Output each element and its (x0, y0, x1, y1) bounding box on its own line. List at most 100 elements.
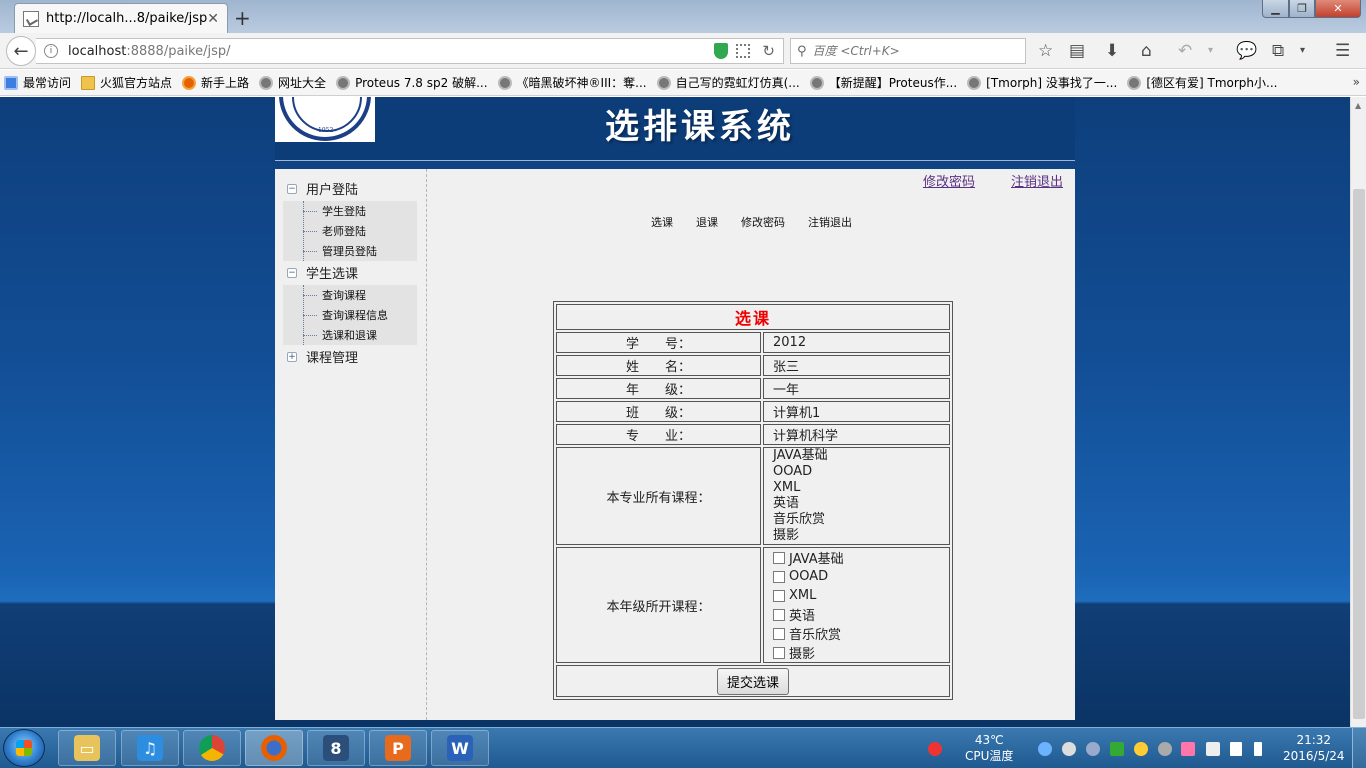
browser-tab[interactable]: http://localh...8/paike/jsp/ ✕ (14, 3, 228, 33)
menu-change-password[interactable]: 修改密码 (741, 214, 785, 230)
address-bar[interactable]: i localhost:8888/paike/jsp/ ↻ (36, 38, 784, 64)
minimize-window-button[interactable]: ▁ (1262, 0, 1289, 18)
sidebar-group-user-login[interactable]: − 用户登陆 (287, 179, 358, 198)
sidebar-item-select-drop[interactable]: 选课和退课 (283, 325, 417, 345)
bookmark-item[interactable]: 《暗黑破坏神®III：奪... (497, 74, 647, 91)
globe-icon (809, 75, 824, 90)
sidebar-group-course-management[interactable]: + 课程管理 (287, 347, 358, 366)
course-checkbox-row[interactable]: OOAD (773, 567, 949, 586)
taskbar-chat-app[interactable]: ♫ (121, 730, 179, 766)
course-checkbox-row[interactable]: 英语 (773, 605, 949, 624)
security-shield-icon[interactable] (714, 43, 729, 59)
tray-app-icon[interactable] (1062, 742, 1076, 756)
home-icon[interactable]: ⌂ (1141, 41, 1152, 61)
bookmarks-overflow-icon[interactable]: » (1353, 75, 1360, 89)
input-method-icon[interactable] (928, 742, 942, 756)
taskbar-chrome[interactable] (183, 730, 241, 766)
sidebar-item-query-courses[interactable]: 查询课程 (283, 285, 417, 305)
taskbar-powerpoint[interactable]: P (369, 730, 427, 766)
globe-icon (1127, 75, 1142, 90)
sidebar-group-student-courses[interactable]: − 学生选课 (287, 263, 358, 282)
screenshot-dropdown-icon[interactable]: ▾ (1300, 45, 1305, 56)
logout-link[interactable]: 注销退出 (1011, 171, 1063, 190)
tray-disc-icon[interactable] (1158, 742, 1172, 756)
course-checkbox[interactable] (773, 627, 785, 640)
security-shield-icon[interactable] (1110, 742, 1124, 756)
network-share-icon[interactable] (1038, 742, 1052, 756)
undo-icon[interactable]: ↶ (1178, 41, 1192, 61)
bookmark-item[interactable]: [德区有爱] Tmorph小... (1127, 74, 1277, 91)
expand-icon[interactable]: + (287, 351, 297, 362)
reload-icon[interactable]: ↻ (762, 42, 775, 60)
chat-bubble-icon[interactable]: 💬 (1236, 41, 1257, 61)
scrollbar-thumb[interactable] (1353, 189, 1365, 719)
course-checkbox[interactable] (773, 551, 785, 564)
bookmark-item[interactable]: 网址大全 (259, 74, 326, 91)
scroll-up-arrow-icon[interactable]: ▲ (1355, 101, 1361, 110)
search-bar[interactable]: ⚲ (790, 38, 1026, 64)
submit-selection-button[interactable]: 提交选课 (716, 667, 789, 695)
new-tab-icon[interactable]: + (234, 6, 251, 30)
taskbar-firefox[interactable] (245, 730, 303, 766)
course-checkbox-row[interactable]: 摄影 (773, 643, 949, 662)
sidebar-item-query-course-info[interactable]: 查询课程信息 (283, 305, 417, 325)
grade-courses-checklist: JAVA基础 OOAD XML 英语 音乐欣赏 摄影 (763, 547, 950, 663)
menu-select-course[interactable]: 选课 (651, 214, 673, 230)
change-password-link[interactable]: 修改密码 (923, 171, 975, 190)
bookmark-star-icon[interactable]: ☆ (1038, 41, 1053, 61)
major-value: 计算机科学 (763, 424, 950, 445)
course-checkbox-row[interactable]: XML (773, 586, 949, 605)
taskbar-ide[interactable]: 8 (307, 730, 365, 766)
reading-list-icon[interactable]: ▤ (1069, 41, 1085, 61)
bookmark-item[interactable]: 新手上路 (182, 74, 249, 91)
sidebar-item-admin-login[interactable]: 管理员登陆 (283, 241, 417, 261)
collapse-icon[interactable]: − (287, 183, 297, 194)
system-clock[interactable]: 21:32 2016/5/24 (1283, 732, 1345, 764)
taskbar-word[interactable]: W (431, 730, 489, 766)
form-title: 选课 (556, 304, 950, 330)
sidebar-item-teacher-login[interactable]: 老师登陆 (283, 221, 417, 241)
course-checkbox-row[interactable]: 音乐欣赏 (773, 624, 949, 643)
volume-icon[interactable] (1254, 742, 1262, 756)
cpu-temp-label: CPU温度 (965, 749, 1014, 763)
start-button[interactable] (3, 729, 45, 767)
signal-bars-icon[interactable] (1230, 742, 1242, 756)
maximize-window-button[interactable]: ❐ (1289, 0, 1315, 18)
menu-drop-course[interactable]: 退课 (696, 214, 718, 230)
bookmark-item[interactable]: 自己写的霓虹灯仿真(... (656, 74, 800, 91)
bookmarks-bar: 最常访问 火狐官方站点 新手上路 网址大全 Proteus 7.8 sp2 破解... 《… (0, 70, 1366, 96)
bookmark-item[interactable]: 最常访问 (4, 74, 71, 91)
course-item: 摄影 (773, 528, 800, 543)
page-scrollbar[interactable]: ▲ (1350, 97, 1366, 727)
close-tab-icon[interactable]: ✕ (207, 11, 219, 27)
menu-logout[interactable]: 注销退出 (808, 214, 852, 230)
qr-code-icon[interactable] (736, 44, 751, 58)
site-info-icon[interactable]: i (44, 44, 58, 58)
close-window-button[interactable]: ✕ (1315, 0, 1361, 18)
undo-dropdown-icon[interactable]: ▾ (1208, 45, 1213, 56)
course-checkbox[interactable] (773, 589, 785, 602)
bookmark-item[interactable]: 【新提醒】Proteus作... (809, 74, 957, 91)
submit-row: 提交选课 (556, 665, 950, 697)
bookmark-item[interactable]: Proteus 7.8 sp2 破解... (336, 74, 488, 91)
course-checkbox[interactable] (773, 608, 785, 621)
usb-device-icon[interactable] (1206, 742, 1220, 756)
screenshot-icon[interactable]: ⧉ (1272, 41, 1284, 61)
show-desktop-button[interactable] (1352, 728, 1366, 768)
menu-hamburger-icon[interactable]: ☰ (1335, 41, 1350, 61)
course-checkbox-row[interactable]: JAVA基础 (773, 548, 949, 567)
bookmark-item[interactable]: 火狐官方站点 (81, 74, 172, 91)
course-checkbox[interactable] (773, 646, 785, 659)
collapse-icon[interactable]: − (287, 267, 297, 278)
sidebar-item-student-login[interactable]: 学生登陆 (283, 201, 417, 221)
bookmark-label: 自己写的霓虹灯仿真(... (675, 76, 800, 90)
tray-plus-icon[interactable] (1134, 742, 1148, 756)
course-checkbox[interactable] (773, 570, 785, 583)
taskbar-explorer[interactable]: ▭ (58, 730, 116, 766)
tray-tools-icon[interactable] (1086, 742, 1100, 756)
bookmark-item[interactable]: [Tmorph] 没事找了一... (967, 74, 1117, 91)
download-icon[interactable]: ⬇ (1105, 41, 1119, 61)
back-button[interactable]: ← (6, 36, 36, 66)
search-input[interactable] (812, 44, 1013, 58)
speaker-icon[interactable] (1181, 742, 1195, 756)
